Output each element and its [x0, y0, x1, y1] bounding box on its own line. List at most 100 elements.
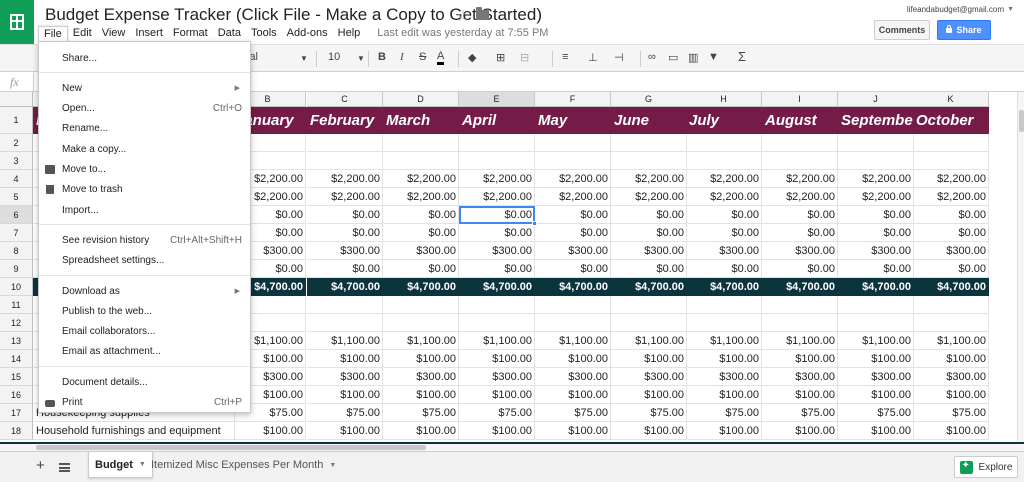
- row-header-11[interactable]: 11: [0, 296, 33, 314]
- menu-tools[interactable]: Tools: [246, 26, 282, 40]
- cell-d12[interactable]: [383, 314, 459, 332]
- cell-k4[interactable]: $2,200.00: [913, 170, 989, 188]
- cell-g4[interactable]: $2,200.00: [611, 170, 687, 188]
- cell-i5[interactable]: $2,200.00: [762, 188, 838, 206]
- insert-chart-icon[interactable]: ▥: [688, 51, 698, 64]
- month-header-cell[interactable]: June: [611, 107, 687, 134]
- cell-f8[interactable]: $300.00: [535, 242, 611, 260]
- cell-j2[interactable]: [838, 134, 914, 152]
- cell-c3[interactable]: [307, 152, 383, 170]
- month-header-cell[interactable]: April: [459, 107, 535, 134]
- cell-i4[interactable]: $2,200.00: [762, 170, 838, 188]
- cell-i3[interactable]: [762, 152, 838, 170]
- cell-d9[interactable]: $0.00: [383, 260, 459, 278]
- row-header-7[interactable]: 7: [0, 224, 33, 242]
- cell-g6[interactable]: $0.00: [611, 206, 687, 224]
- cell-c7[interactable]: $0.00: [307, 224, 383, 242]
- menu-edit[interactable]: Edit: [68, 26, 97, 40]
- cell-h5[interactable]: $2,200.00: [686, 188, 762, 206]
- cell-i6[interactable]: $0.00: [762, 206, 838, 224]
- cell-f2[interactable]: [535, 134, 611, 152]
- cell-k18[interactable]: $100.00: [913, 422, 989, 440]
- cell-f10[interactable]: $4,700.00: [535, 278, 611, 296]
- fill-handle[interactable]: [532, 221, 537, 226]
- cell-d18[interactable]: $100.00: [383, 422, 459, 440]
- cell-f3[interactable]: [535, 152, 611, 170]
- file-menu-item-email-collaborators[interactable]: Email collaborators...: [39, 322, 250, 342]
- fill-color-icon[interactable]: ◆: [468, 51, 476, 64]
- cell-c4[interactable]: $2,200.00: [307, 170, 383, 188]
- file-menu-item-open[interactable]: Open... Ctrl+O: [39, 99, 250, 119]
- account-dropdown-icon[interactable]: ▼: [1007, 6, 1014, 13]
- merge-cells-icon[interactable]: ⊟: [520, 51, 529, 64]
- file-menu-item-email-as-attachment[interactable]: Email as attachment...: [39, 342, 250, 362]
- menu-help[interactable]: Help: [333, 26, 366, 40]
- column-header-k[interactable]: K: [913, 92, 989, 107]
- cell-g3[interactable]: [611, 152, 687, 170]
- cell-j8[interactable]: $300.00: [838, 242, 914, 260]
- chevron-down-icon[interactable]: ▼: [329, 462, 336, 469]
- cell-i16[interactable]: $100.00: [762, 386, 838, 404]
- cell-i11[interactable]: [762, 296, 838, 314]
- insert-link-icon[interactable]: ∞: [648, 51, 656, 63]
- cell-k10[interactable]: $4,700.00: [913, 278, 989, 296]
- cell-e12[interactable]: [459, 314, 535, 332]
- cell-k7[interactable]: $0.00: [913, 224, 989, 242]
- strikethrough-button[interactable]: S: [419, 51, 426, 63]
- cell-f6[interactable]: $0.00: [535, 206, 611, 224]
- cell-i15[interactable]: $300.00: [762, 368, 838, 386]
- row-header-18[interactable]: 18: [0, 422, 33, 440]
- cell-g5[interactable]: $2,200.00: [611, 188, 687, 206]
- month-header-cell[interactable]: March: [383, 107, 459, 134]
- cell-f7[interactable]: $0.00: [535, 224, 611, 242]
- file-menu-item-import[interactable]: Import...: [39, 200, 250, 220]
- cell-k17[interactable]: $75.00: [913, 404, 989, 422]
- text-color-button[interactable]: A: [437, 51, 445, 65]
- menu-addons[interactable]: Add-ons: [282, 26, 333, 40]
- horizontal-scrollbar-thumb[interactable]: [36, 445, 426, 450]
- cell-k3[interactable]: [913, 152, 989, 170]
- share-button[interactable]: Share: [937, 20, 991, 40]
- cell-f9[interactable]: $0.00: [535, 260, 611, 278]
- row-header-15[interactable]: 15: [0, 368, 33, 386]
- cell-c11[interactable]: [307, 296, 383, 314]
- cell-j12[interactable]: [838, 314, 914, 332]
- cell-f13[interactable]: $1,100.00: [535, 332, 611, 350]
- cell-j4[interactable]: $2,200.00: [838, 170, 914, 188]
- cell-e2[interactable]: [459, 134, 535, 152]
- cell-g16[interactable]: $100.00: [611, 386, 687, 404]
- cell-e9[interactable]: $0.00: [459, 260, 535, 278]
- cell-i13[interactable]: $1,100.00: [762, 332, 838, 350]
- cell-c2[interactable]: [307, 134, 383, 152]
- row-header-12[interactable]: 12: [0, 314, 33, 332]
- cell-h2[interactable]: [686, 134, 762, 152]
- cell-f5[interactable]: $2,200.00: [535, 188, 611, 206]
- cell-c6[interactable]: $0.00: [307, 206, 383, 224]
- file-menu-item-move-to[interactable]: Move to...: [39, 160, 250, 180]
- cell-h11[interactable]: [686, 296, 762, 314]
- cell-g10[interactable]: $4,700.00: [611, 278, 687, 296]
- cell-i9[interactable]: $0.00: [762, 260, 838, 278]
- cell-h9[interactable]: $0.00: [686, 260, 762, 278]
- cell-f16[interactable]: $100.00: [535, 386, 611, 404]
- cell-i12[interactable]: [762, 314, 838, 332]
- column-header-j[interactable]: J: [838, 92, 914, 107]
- folder-icon[interactable]: [476, 7, 489, 20]
- cell-g11[interactable]: [611, 296, 687, 314]
- cell-d16[interactable]: $100.00: [383, 386, 459, 404]
- cell-h13[interactable]: $1,100.00: [686, 332, 762, 350]
- font-size-select[interactable]: 10: [328, 51, 340, 63]
- cell-e11[interactable]: [459, 296, 535, 314]
- cell-k15[interactable]: $300.00: [913, 368, 989, 386]
- file-menu-item-print[interactable]: Print Ctrl+P: [39, 393, 250, 413]
- cell-c17[interactable]: $75.00: [307, 404, 383, 422]
- cell-k8[interactable]: $300.00: [913, 242, 989, 260]
- user-email[interactable]: lifeandabudget@gmail.com: [907, 5, 1004, 14]
- month-header-cell[interactable]: May: [535, 107, 611, 134]
- column-header-i[interactable]: I: [762, 92, 838, 107]
- cell-e16[interactable]: $100.00: [459, 386, 535, 404]
- cell-i7[interactable]: $0.00: [762, 224, 838, 242]
- row-header-4[interactable]: 4: [0, 170, 33, 188]
- cell-k16[interactable]: $100.00: [913, 386, 989, 404]
- cell-e17[interactable]: $75.00: [459, 404, 535, 422]
